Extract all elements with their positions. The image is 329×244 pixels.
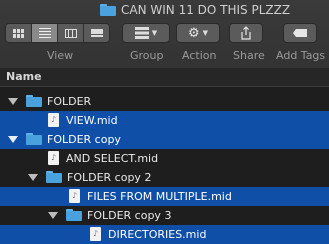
action-label: Action <box>182 49 217 62</box>
item-name: VIEW.mid <box>66 114 118 127</box>
share-icon <box>241 26 251 40</box>
action-button[interactable]: ⚙ ▼ <box>176 23 220 43</box>
share-label: Share <box>233 49 265 62</box>
folder-icon <box>26 95 42 107</box>
gallery-view-button[interactable] <box>84 24 109 42</box>
gallery-icon <box>90 28 103 38</box>
list-item[interactable]: FOLDER copy 3 <box>0 206 329 225</box>
group-button[interactable]: ▼ <box>122 23 170 43</box>
folder-icon <box>66 209 82 221</box>
toolbar: CAN WIN 11 DO THIS PLZZZ View ▼ Group ⚙ … <box>0 0 329 69</box>
chevron-down-icon: ▼ <box>151 29 158 37</box>
folder-icon <box>46 171 62 183</box>
icon-view-button[interactable] <box>6 24 32 42</box>
disclosure-triangle-icon[interactable] <box>8 98 18 105</box>
list-item[interactable]: ♪ VIEW.mid <box>0 111 329 130</box>
list-view-button[interactable] <box>32 24 58 42</box>
disclosure-triangle-icon[interactable] <box>48 212 58 219</box>
group-label: Group <box>130 49 164 62</box>
item-name: FOLDER copy 2 <box>67 171 152 184</box>
disclosure-triangle-icon[interactable] <box>8 136 18 143</box>
group-icon <box>134 27 149 39</box>
folder-icon <box>100 4 116 16</box>
tag-icon <box>293 29 307 37</box>
list-item[interactable]: ♪ AND SELECT.mid <box>0 149 329 168</box>
item-name: FOLDER <box>47 95 92 108</box>
list-lines-icon <box>38 28 51 38</box>
gear-icon: ⚙ <box>187 25 200 41</box>
chevron-down-icon: ▼ <box>202 29 209 37</box>
icon-grid-icon <box>13 28 24 38</box>
view-mode-control <box>5 23 110 43</box>
folder-icon <box>26 133 42 145</box>
name-column-label: Name <box>6 70 42 83</box>
window-title-text: CAN WIN 11 DO THIS PLZZZ <box>121 3 291 17</box>
column-view-button[interactable] <box>58 24 84 42</box>
item-name: FILES FROM MULTIPLE.mid <box>87 190 232 203</box>
item-name: DIRECTORIES.mid <box>108 228 207 241</box>
name-column-header[interactable]: Name <box>0 68 329 87</box>
list-item[interactable]: ♪ DIRECTORIES.mid <box>0 225 329 244</box>
music-file-icon: ♪ <box>48 113 59 127</box>
list-item[interactable]: FOLDER <box>0 92 329 111</box>
list-item[interactable]: ♪ FILES FROM MULTIPLE.mid <box>0 187 329 206</box>
music-file-icon: ♪ <box>69 189 80 203</box>
music-file-icon: ♪ <box>90 227 101 241</box>
columns-icon <box>64 28 77 38</box>
music-file-icon: ♪ <box>48 151 59 165</box>
list-item[interactable]: FOLDER copy <box>0 130 329 149</box>
item-name: AND SELECT.mid <box>66 152 159 165</box>
add-tags-button[interactable] <box>283 23 317 43</box>
window-title: CAN WIN 11 DO THIS PLZZZ <box>100 3 290 17</box>
item-name: FOLDER copy 3 <box>87 209 172 222</box>
list-item[interactable]: FOLDER copy 2 <box>0 168 329 187</box>
item-name: FOLDER copy <box>47 133 121 146</box>
disclosure-triangle-icon[interactable] <box>28 174 38 181</box>
share-button[interactable] <box>229 23 263 43</box>
add-tags-label: Add Tags <box>276 49 326 62</box>
view-label: View <box>47 49 74 62</box>
